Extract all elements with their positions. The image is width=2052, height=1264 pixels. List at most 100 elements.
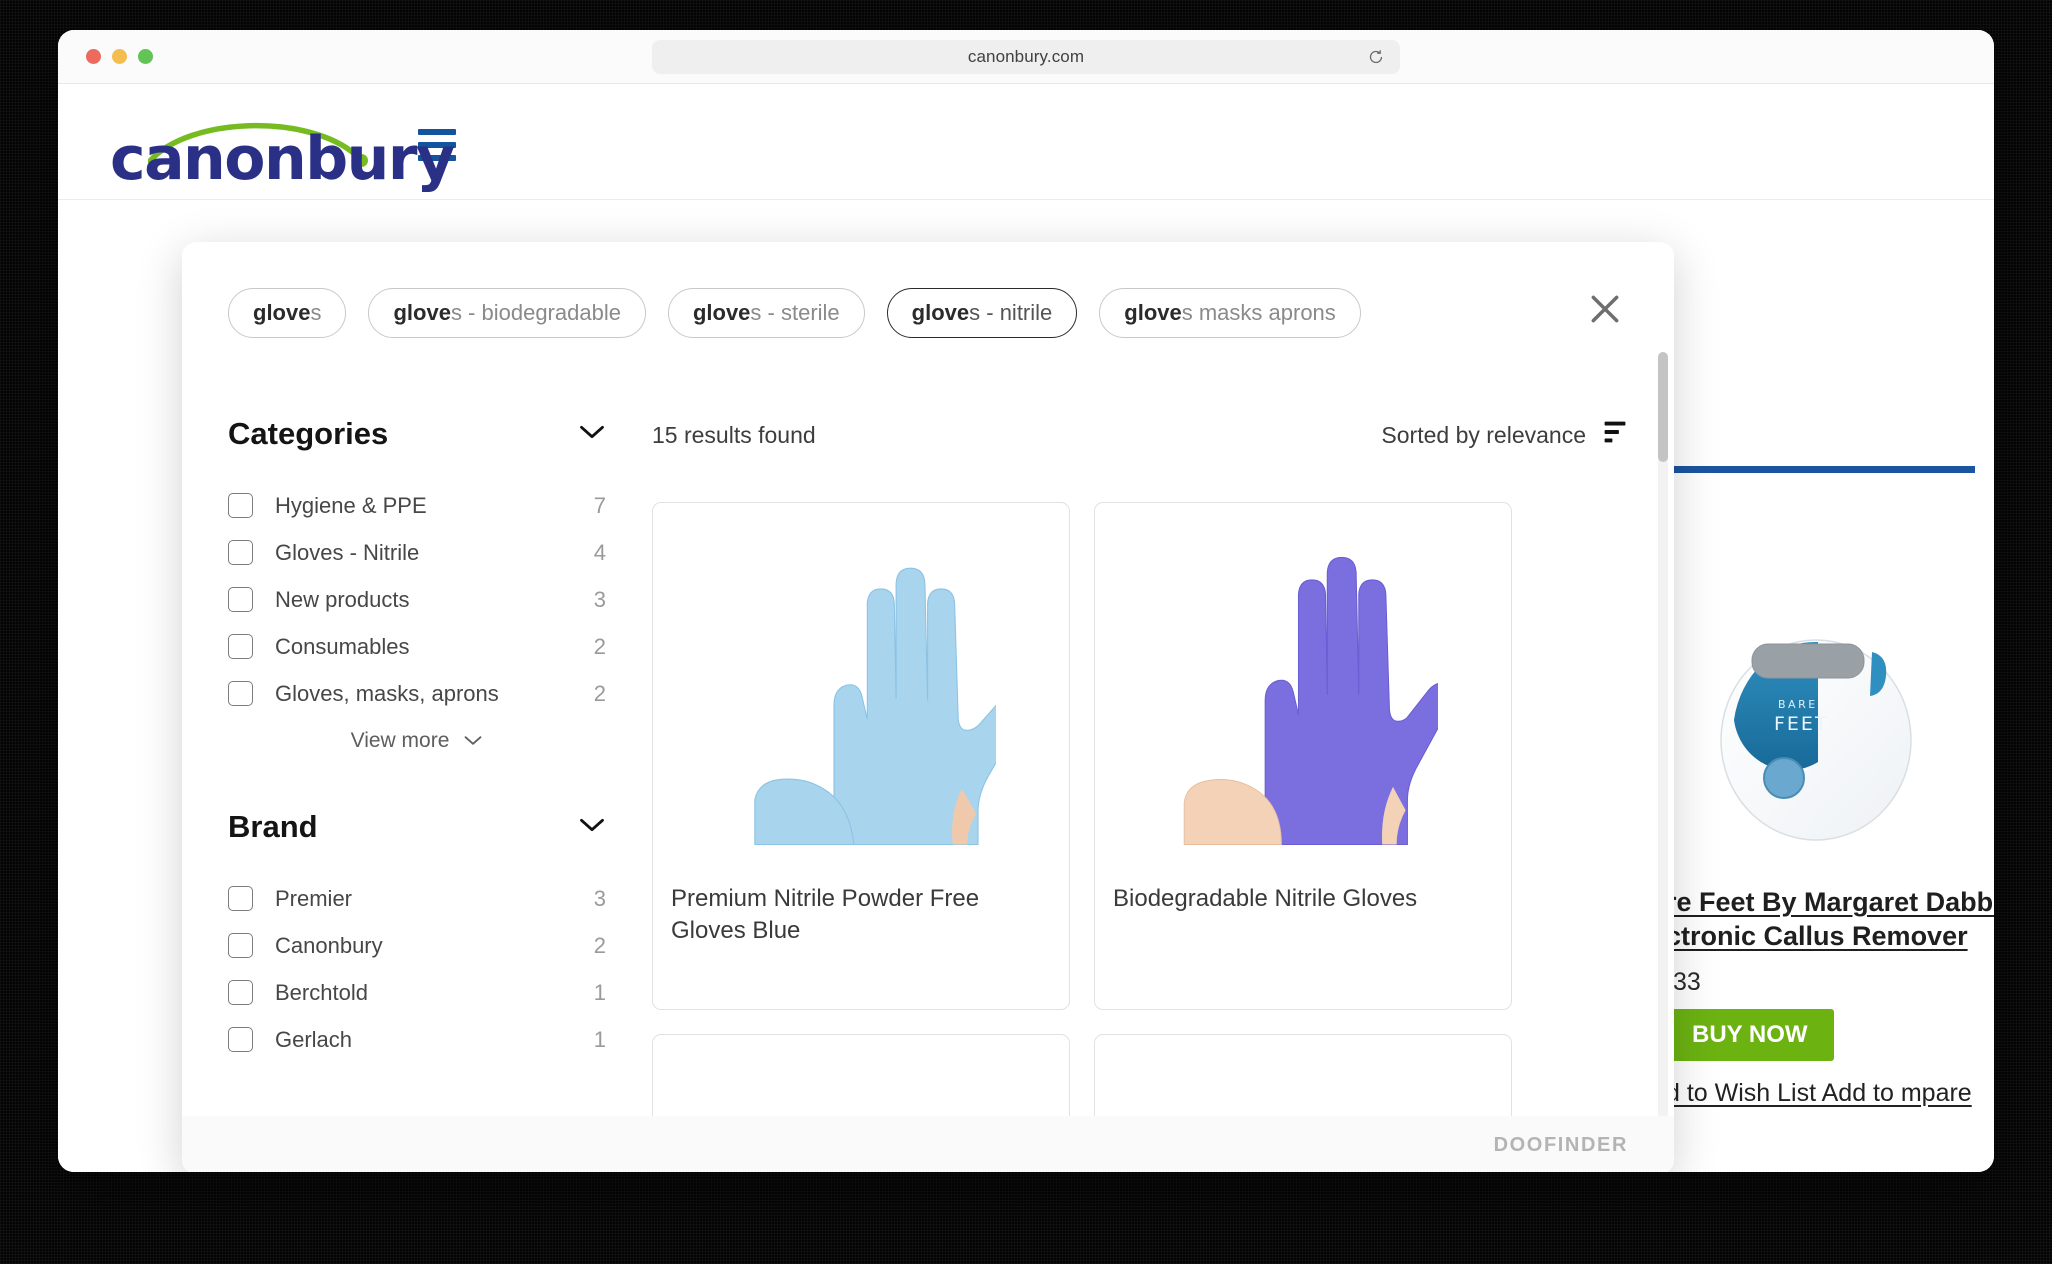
checkbox[interactable] (228, 933, 253, 958)
facet-item-gloves-masks-aprons[interactable]: Gloves, masks, aprons 2 (228, 670, 606, 717)
search-results-overlay: glove s glove s - biodegradable glove s - s… (182, 242, 1674, 1172)
facet-label: Gerlach (275, 1026, 353, 1052)
facet-count: 1 (593, 979, 606, 1005)
facet-label: Premier (275, 885, 353, 911)
result-card[interactable]: Biodegradable Nitrile Gloves (1094, 502, 1512, 1010)
facet-item-gloves-nitrile[interactable]: Gloves - Nitrile 4 (228, 529, 606, 576)
chip-rest-3: s - nitrile (969, 300, 1053, 325)
close-window-button[interactable] (86, 49, 101, 64)
purple-nitrile-glove-photo (1113, 521, 1493, 861)
bare-feet-callus-remover-photo: BARE FEET (1666, 600, 1976, 860)
result-image-placeholder (1113, 1053, 1493, 1103)
view-more-label: View more (350, 729, 450, 752)
buy-now-button[interactable]: BUY NOW (1666, 1008, 1834, 1061)
chevron-down-icon[interactable] (578, 423, 606, 446)
suggestion-chip-1[interactable]: glove s - biodegradable (368, 288, 646, 338)
checkbox[interactable] (228, 540, 253, 565)
facet-label: Consumables (275, 633, 410, 659)
facet-item-canonbury[interactable]: Canonbury 2 (228, 922, 606, 969)
checkbox[interactable] (228, 886, 253, 911)
maximize-window-button[interactable] (138, 49, 153, 64)
suggestion-chip-0[interactable]: glove s (228, 288, 347, 338)
suggestion-chip-2[interactable]: glove s - sterile (667, 288, 865, 338)
facet-label: Gloves, masks, aprons (275, 680, 499, 706)
result-title: Premium Nitrile Powder Free Gloves Blue (671, 885, 980, 944)
sort-label: Sorted by relevance (1381, 421, 1586, 448)
result-card[interactable]: Premium Nitrile Powder Free Gloves Blue (652, 502, 1070, 1010)
facet-label: New products (275, 586, 410, 612)
suggestion-chip-4[interactable]: glove s masks aprons (1099, 288, 1361, 338)
browser-titlebar: canonbury.com (58, 30, 1994, 84)
reload-icon[interactable] (1368, 49, 1384, 65)
facet-item-new-products[interactable]: New products 3 (228, 576, 606, 623)
view-more-categories-button[interactable]: View more (228, 729, 606, 753)
facet-count: 2 (593, 680, 606, 706)
url-text: canonbury.com (967, 46, 1085, 66)
facet-count: 3 (593, 885, 606, 911)
background-product-price: .33 (1666, 967, 1701, 996)
chip-bold-0: glove (253, 300, 311, 325)
wishlist-compare-links[interactable]: d to Wish List Add to mpare (1666, 1077, 1994, 1111)
results-count: 15 results found (652, 421, 816, 448)
facet-header-categories[interactable]: Categories (228, 416, 606, 452)
facet-count: 4 (593, 539, 606, 565)
results-grid: Premium Nitrile Powder Free Gloves Blue (652, 502, 1512, 1144)
browser-window: canonbury.com canonbury glove BARE FEET … (58, 30, 1994, 1172)
chip-rest-4: s masks aprons (1181, 300, 1336, 325)
svg-text:BARE: BARE (1778, 698, 1818, 711)
chevron-down-icon (463, 729, 483, 753)
result-title: Biodegradable Nitrile Gloves (1113, 885, 1418, 912)
facet-header-brand[interactable]: Brand (228, 809, 606, 845)
overlay-scrollbar-thumb[interactable] (1658, 352, 1668, 462)
checkbox[interactable] (228, 1027, 253, 1052)
checkbox[interactable] (228, 634, 253, 659)
facet-panel: Categories Hygiene & PPE 7 Gloves - Nitr… (182, 416, 652, 1118)
facet-count: 2 (593, 633, 606, 659)
facet-item-gerlach[interactable]: Gerlach 1 (228, 1016, 606, 1063)
address-bar[interactable]: canonbury.com (652, 39, 1400, 74)
section-divider-top (1665, 466, 1975, 473)
chip-bold-1: glove (393, 300, 451, 325)
chip-rest-0: s (310, 300, 322, 325)
chevron-down-icon[interactable] (578, 816, 606, 839)
chip-bold-3: glove (911, 300, 970, 325)
close-icon[interactable] (1582, 286, 1628, 332)
logo-text: canonbury (110, 124, 455, 194)
facet-item-hygiene-ppe[interactable]: Hygiene & PPE 7 (228, 482, 606, 529)
result-image-placeholder (671, 1053, 1051, 1103)
checkbox[interactable] (228, 587, 253, 612)
sort-icon (1602, 420, 1628, 450)
checkbox[interactable] (228, 980, 253, 1005)
facet-title-categories: Categories (228, 416, 389, 451)
results-header: 15 results found Sorted by relevance (652, 416, 1628, 454)
background-product-title[interactable]: re Feet By Margaret Dabbs ctronic Callus… (1666, 886, 1994, 954)
checkbox[interactable] (228, 493, 253, 518)
chip-bold-4: glove (1124, 300, 1182, 325)
facet-spacer (228, 753, 652, 809)
site-header: canonbury LOGIN (58, 85, 1994, 273)
bg-title-line1: re Feet By Margaret Dabbs (1666, 887, 1994, 917)
facet-label: Berchtold (275, 979, 368, 1005)
sort-control[interactable]: Sorted by relevance (1381, 420, 1628, 450)
facet-item-consumables[interactable]: Consumables 2 (228, 623, 606, 670)
facet-item-premier[interactable]: Premier 3 (228, 875, 606, 922)
doofinder-brand-label: DOOFINDER (1493, 1133, 1628, 1156)
overlay-scrollbar[interactable] (1658, 352, 1668, 1127)
facet-count: 2 (593, 932, 606, 958)
results-panel: 15 results found Sorted by relevance Pre… (652, 416, 1674, 1144)
facet-label: Gloves - Nitrile (275, 539, 420, 565)
checkbox[interactable] (228, 681, 253, 706)
facet-title-brand: Brand (228, 809, 318, 844)
chip-rest-1: s - biodegradable (450, 300, 621, 325)
window-controls[interactable] (58, 49, 153, 64)
chip-rest-2: s - sterile (750, 300, 840, 325)
facet-item-berchtold[interactable]: Berchtold 1 (228, 969, 606, 1016)
suggestion-chip-3[interactable]: glove s - nitrile (886, 288, 1078, 338)
site-logo[interactable]: canonbury (110, 109, 455, 189)
blue-nitrile-glove-photo (671, 521, 1051, 861)
facet-count: 3 (593, 586, 606, 612)
facet-count: 7 (593, 492, 606, 518)
svg-text:FEET: FEET (1774, 713, 1829, 735)
facet-count: 1 (593, 1026, 606, 1052)
minimize-window-button[interactable] (112, 49, 127, 64)
